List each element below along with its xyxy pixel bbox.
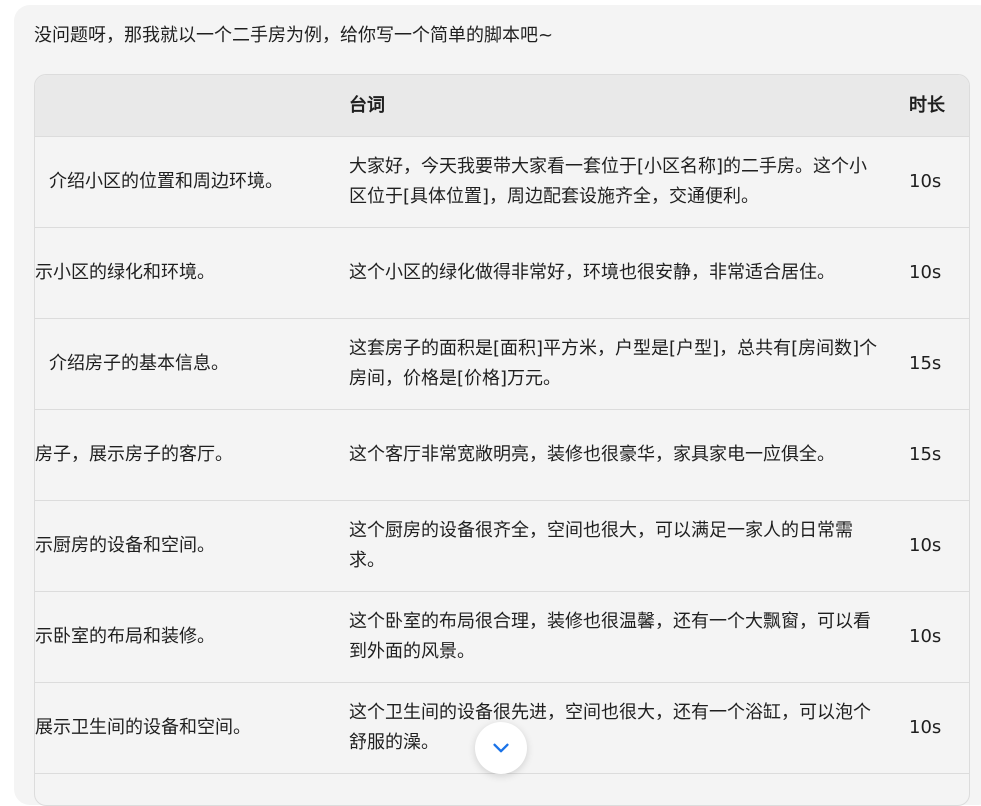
script-table: 台词 时长 介绍小区的位置和周边环境。 大家好，今天我要带大家看一套位于[小区名… <box>34 74 970 806</box>
line-text: 这个小区的绿化做得非常好，环境也很安静，非常适合居住。 <box>349 262 835 283</box>
line-text: 这个厨房的设备很齐全，空间也很大，可以满足一家人的日常需求。 <box>349 520 853 571</box>
header-line: 台词 <box>349 95 385 116</box>
scene-cell: 介绍小区的位置和周边环境。 <box>49 171 283 192</box>
duration-cell: 10s <box>909 535 942 556</box>
duration-cell: 10s <box>909 626 942 647</box>
line-cell: 这个小区的绿化做得非常好，环境也很安静，非常适合居住。 <box>349 228 879 318</box>
table-row: 示卧室的布局和装修。 这个卧室的布局很合理，装修也很温馨，还有一个大飘窗，可以看… <box>35 592 969 683</box>
scene-cell: 展示卫生间的设备和空间。 <box>35 717 251 738</box>
duration-cell: 15s <box>909 353 942 374</box>
line-cell: 这个厨房的设备很齐全，空间也很大，可以满足一家人的日常需求。 <box>349 501 879 591</box>
scene-cell: 介绍房子的基本信息。 <box>49 353 229 374</box>
table-row: 介绍小区的位置和周边环境。 大家好，今天我要带大家看一套位于[小区名称]的二手房… <box>35 137 969 228</box>
line-text: 大家好，今天我要带大家看一套位于[小区名称]的二手房。这个小区位于[具体位置]，… <box>349 156 868 207</box>
line-text: 这套房子的面积是[面积]平方米，户型是[户型]，总共有[房间数]个房间，价格是[… <box>349 338 878 389</box>
duration-cell: 15s <box>909 444 942 465</box>
line-cell: 这个客厅非常宽敞明亮，装修也很豪华，家具家电一应俱全。 <box>349 410 879 500</box>
table-row: 示小区的绿化和环境。 这个小区的绿化做得非常好，环境也很安静，非常适合居住。 1… <box>35 228 969 319</box>
duration-cell: 10s <box>909 717 942 738</box>
line-text: 这个卧室的布局很合理，装修也很温馨，还有一个大飘窗，可以看到外面的风景。 <box>349 611 871 662</box>
table-header: 台词 时长 <box>35 75 969 137</box>
line-cell: 大家好，今天我要带大家看一套位于[小区名称]的二手房。这个小区位于[具体位置]，… <box>349 137 879 227</box>
scene-cell: 房子，展示房子的客厅。 <box>35 444 233 465</box>
scene-cell: 示卧室的布局和装修。 <box>35 626 215 647</box>
table-row: 房子，展示房子的客厅。 这个客厅非常宽敞明亮，装修也很豪华，家具家电一应俱全。 … <box>35 410 969 501</box>
scene-cell: 示厨房的设备和空间。 <box>35 535 215 556</box>
scroll-to-bottom-button[interactable] <box>475 722 527 774</box>
line-text: 这个客厅非常宽敞明亮，装修也很豪华，家具家电一应俱全。 <box>349 444 835 465</box>
line-cell: 这套房子的面积是[面积]平方米，户型是[户型]，总共有[房间数]个房间，价格是[… <box>349 319 879 409</box>
header-duration: 时长 <box>909 95 945 116</box>
intro-text: 没问题呀，那我就以一个二手房为例，给你写一个简单的脚本吧~ <box>34 25 554 46</box>
chevron-down-icon <box>493 743 509 753</box>
duration-cell: 10s <box>909 171 942 192</box>
table-row: 示厨房的设备和空间。 这个厨房的设备很齐全，空间也很大，可以满足一家人的日常需求… <box>35 501 969 592</box>
line-cell: 这个卧室的布局很合理，装修也很温馨，还有一个大飘窗，可以看到外面的风景。 <box>349 592 879 682</box>
line-cell: 这个卫生间的设备很先进，空间也很大，还有一个浴缸，可以泡个舒服的澡。 <box>349 683 879 773</box>
duration-cell: 10s <box>909 262 942 283</box>
line-text: 这个卫生间的设备很先进，空间也很大，还有一个浴缸，可以泡个舒服的澡。 <box>349 702 871 753</box>
table-row: 介绍房子的基本信息。 这套房子的面积是[面积]平方米，户型是[户型]，总共有[房… <box>35 319 969 410</box>
scene-cell: 示小区的绿化和环境。 <box>35 262 215 283</box>
